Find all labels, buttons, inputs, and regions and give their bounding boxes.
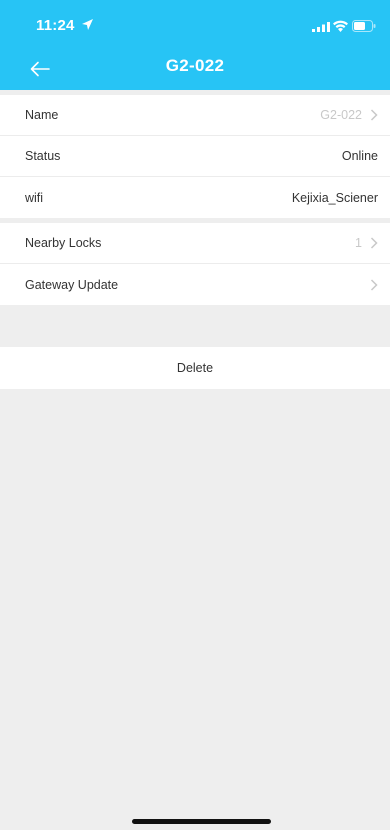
nearby-locks-count: 1	[355, 236, 362, 250]
gateway-update-row[interactable]: Gateway Update	[0, 264, 390, 305]
status-time: 11:24	[36, 17, 75, 34]
nav-bar: G2-022	[0, 50, 390, 86]
gateway-locks-group: Nearby Locks 1 Gateway Update	[0, 223, 390, 305]
gateway-info-group: Name G2-022 Status Online wifi Kejixia_S…	[0, 95, 390, 218]
home-indicator	[132, 819, 271, 824]
name-label: Name	[25, 108, 59, 122]
nearby-locks-row[interactable]: Nearby Locks 1	[0, 223, 390, 264]
chevron-right-icon	[370, 109, 378, 121]
location-arrow-icon	[82, 19, 93, 30]
chevron-right-icon	[370, 237, 378, 249]
status-value: Online	[341, 149, 378, 163]
wifi-value: Kejixia_Sciener	[291, 190, 378, 205]
delete-button[interactable]: Delete	[0, 347, 390, 389]
status-row: Status Online	[0, 136, 390, 177]
gateway-update-label: Gateway Update	[25, 277, 119, 292]
battery-icon	[352, 20, 376, 32]
nearby-locks-label: Nearby Locks	[25, 236, 102, 250]
signal-icon	[312, 22, 330, 32]
wifi-icon	[333, 20, 348, 32]
app-header: 11:24 G2-022	[0, 0, 390, 90]
status-bar: 11:24	[0, 0, 390, 48]
status-label: Status	[25, 149, 61, 163]
chevron-right-icon	[370, 278, 378, 291]
wifi-row: wifi Kejixia_Sciener	[0, 177, 390, 218]
name-row[interactable]: Name G2-022	[0, 95, 390, 136]
page-title: G2-022	[165, 56, 225, 75]
name-value: G2-022	[320, 108, 362, 122]
wifi-label: wifi	[25, 190, 44, 205]
